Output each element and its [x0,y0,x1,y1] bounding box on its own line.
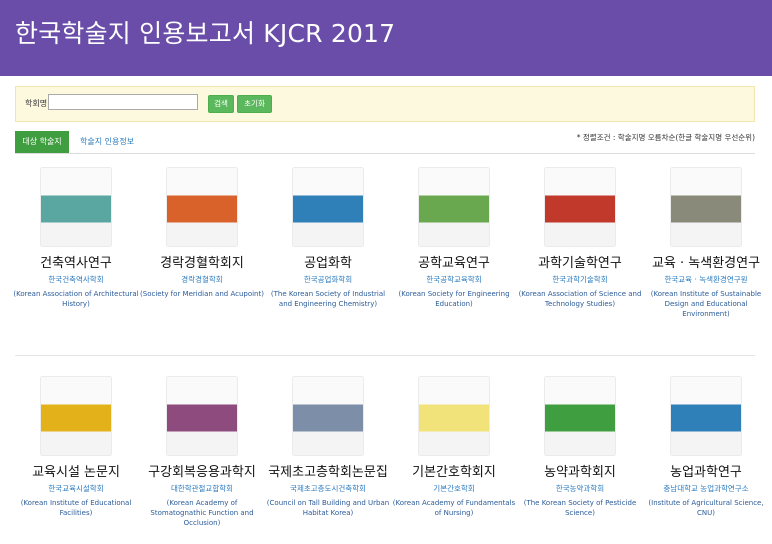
journal-cover-image[interactable] [41,377,111,455]
journal-card[interactable]: 농약과학회지한국농약과학회 (The Korean Society of Pest… [517,377,643,518]
journal-title[interactable]: 공업화학 [265,257,391,271]
society-name-en: (The Korean Society of Pesticide Science… [523,499,637,517]
tab-bar: 대상 학술지 학술지 인용정보 * 정렬조건 : 학술지명 오름차순(한글 학술… [15,131,755,154]
row-divider [15,355,755,356]
journal-title[interactable]: 기본간호학회지 [391,466,517,480]
journal-cover-image[interactable] [167,168,237,246]
journal-card[interactable]: 기본간호학회지기본간호학회 (Korean Academy of Fundamen… [391,377,517,518]
journal-card[interactable]: 공학교육연구한국공학교육학회 (Korean Society for Engine… [391,168,517,309]
journal-title[interactable]: 농업과학연구 [643,466,769,480]
society-name-en: (Korean Association of Science and Techn… [518,290,642,308]
society-name-en: (Korean Association of Architectural His… [13,290,139,308]
search-label: 학회명 [25,99,48,108]
journal-cover-image[interactable] [293,377,363,455]
society-name-en: (Society for Meridian and Acupoint) [140,290,264,298]
page-header: 한국학술지 인용보고서 KJCR 2017 [0,0,772,76]
journal-title[interactable]: 경락경혈학회지 [139,257,265,271]
journal-cover-image[interactable] [545,168,615,246]
society-search-input[interactable] [48,94,198,110]
journal-card[interactable]: 과학기술학연구한국과학기술학회 (Korean Association of Sc… [517,168,643,309]
society-name-ko: 한국교육시설학회 [48,484,104,493]
journal-cover-image[interactable] [671,168,741,246]
society-name-ko: 한국농약과학회 [555,484,605,493]
society-name-en: (Korean Academy of Stomatognathic Functi… [150,499,254,527]
society-name-ko: 한국교육 · 녹색환경연구원 [664,275,748,284]
page-title: 한국학술지 인용보고서 KJCR 2017 [15,19,396,48]
society-name-ko: 한국건축역사학회 [48,275,104,284]
journal-card[interactable]: 경락경혈학회지경락경혈학회 (Society for Meridian and A… [139,168,265,299]
journal-cover-image[interactable] [167,377,237,455]
journal-title[interactable]: 공학교육연구 [391,257,517,271]
society-name-en: (Korean Institute of Sustainable Design … [650,290,762,318]
journal-title[interactable]: 농약과학회지 [517,466,643,480]
journal-card[interactable]: 교육시설 논문지한국교육시설학회 (Korean Institute of Edu… [13,377,139,518]
journal-cover-image[interactable] [419,168,489,246]
society-name-ko: 충남대학교 농업과학연구소 [663,484,749,493]
search-bar: 학회명 검색 초기화 [15,86,755,122]
society-name-ko: 국제초고층도시건축학회 [290,484,366,493]
journal-card[interactable]: 교육 · 녹색환경연구한국교육 · 녹색환경연구원 (Korean Institu… [643,168,769,319]
journal-title[interactable]: 교육 · 녹색환경연구 [643,257,769,271]
journal-title[interactable]: 교육시설 논문지 [13,466,139,480]
society-name-ko: 대한학관절교합학회 [170,484,234,493]
journal-title[interactable]: 과학기술학연구 [517,257,643,271]
society-name-en: (Council on Tall Building and Urban Habi… [266,499,390,517]
journal-card[interactable]: 국제초고층학회논문집국제초고층도시건축학회 (Council on Tall Bu… [265,377,391,518]
society-name-en: (Institute of Agricultural Science, CNU) [648,499,764,517]
journal-cover-image[interactable] [545,377,615,455]
journal-card[interactable]: 건축역사연구한국건축역사학회 (Korean Association of Arc… [13,168,139,309]
journal-cover-image[interactable] [671,377,741,455]
tab-target-journals[interactable]: 대상 학술지 [15,131,69,153]
journal-cover-image[interactable] [293,168,363,246]
society-name-en: (The Korean Society of Industrial and En… [270,290,386,308]
tab-citation-info[interactable]: 학술지 인용정보 [80,131,134,153]
journal-title[interactable]: 구강회복응용과학지 [139,466,265,480]
search-button[interactable]: 검색 [208,95,234,113]
society-name-en: (Korean Academy of Fundamentals of Nursi… [392,499,516,517]
society-name-ko: 한국공업화학회 [303,275,353,284]
society-name-ko: 경락경혈학회 [181,275,223,284]
journal-cover-image[interactable] [419,377,489,455]
journal-title[interactable]: 국제초고층학회논문집 [265,466,391,480]
journal-card[interactable]: 구강회복응용과학지대한학관절교합학회 (Korean Academy of Sto… [139,377,265,528]
journal-cover-image[interactable] [41,168,111,246]
society-name-ko: 기본간호학회 [433,484,475,493]
sort-note: * 정렬조건 : 학술지명 오름차순(한글 학술지명 우선순위) [576,133,755,142]
society-name-ko: 한국과학기술학회 [552,275,608,284]
journal-title[interactable]: 건축역사연구 [13,257,139,271]
society-name-ko: 한국공학교육학회 [426,275,482,284]
journal-card[interactable]: 농업과학연구충남대학교 농업과학연구소 (Institute of Agricul… [643,377,769,518]
reset-button[interactable]: 초기화 [237,95,272,113]
journal-card[interactable]: 공업화학한국공업화학회 (The Korean Society of Indust… [265,168,391,309]
society-name-en: (Korean Society for Engineering Educatio… [398,290,510,308]
society-name-en: (Korean Institute of Educational Facilit… [20,499,132,517]
